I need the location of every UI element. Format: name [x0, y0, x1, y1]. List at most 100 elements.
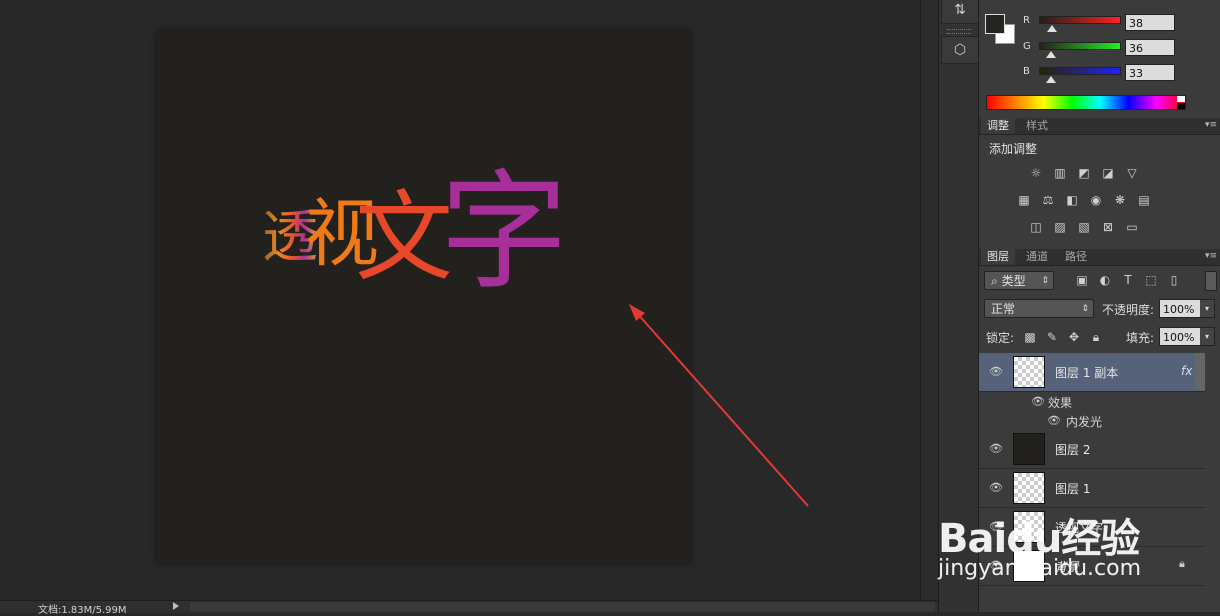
tab-paths[interactable]: 路径	[1059, 249, 1093, 265]
channel-b-knob[interactable]	[1046, 76, 1056, 83]
horizontal-scrollbar[interactable]	[190, 602, 935, 611]
opacity-field[interactable]: 100% ▾	[1159, 299, 1215, 318]
visibility-eye-icon[interactable]: 👁︎	[1047, 414, 1061, 427]
dock-grip[interactable]	[947, 29, 971, 34]
vibrance-icon[interactable]: ▽	[1123, 165, 1141, 181]
lock-label: 锁定:	[986, 331, 1015, 345]
visibility-eye-icon[interactable]: 👁︎	[1031, 395, 1045, 408]
dropdown-arrow-icon: ⇕	[1081, 304, 1089, 314]
channel-b-slider[interactable]	[1039, 67, 1121, 83]
opacity-value: 100%	[1163, 303, 1195, 316]
history-icon[interactable]: ⇅	[941, 0, 979, 24]
channel-g-value[interactable]: 36	[1125, 39, 1175, 56]
lock-brush-icon[interactable]: ✎	[1043, 329, 1061, 345]
pixel-filter-icon[interactable]: ▣	[1073, 272, 1091, 288]
layer-row[interactable]: 👁︎ 背景 🔒︎	[979, 547, 1205, 586]
dropdown-arrow-icon[interactable]: ▾	[1200, 328, 1214, 345]
lock-transparent-icon[interactable]: ▩	[1021, 329, 1039, 345]
3d-cube-icon[interactable]: ⬡	[941, 36, 979, 64]
color-spectrum-ramp[interactable]	[986, 95, 1186, 110]
exposure-icon[interactable]: ◪	[1099, 165, 1117, 181]
visibility-eye-icon[interactable]: 👁︎	[989, 365, 1003, 378]
layer-name: 背景	[1055, 560, 1080, 574]
search-icon: ⌕	[991, 274, 998, 288]
foreground-color-swatch[interactable]	[985, 14, 1005, 34]
tab-adjustments[interactable]: 调整	[981, 118, 1015, 134]
channel-b-value[interactable]: 33	[1125, 64, 1175, 81]
filter-toggle[interactable]	[1205, 271, 1217, 291]
panel-dock: ⇅ ⬡	[938, 0, 979, 612]
levels-icon[interactable]: ▥	[1051, 165, 1069, 181]
layer-row[interactable]: 👁︎ 图层 1	[979, 469, 1205, 508]
layer-name: 图层 1 副本	[1055, 366, 1119, 380]
fx-icon[interactable]: fx	[1181, 364, 1192, 378]
channel-r-slider[interactable]	[1039, 16, 1121, 32]
visibility-eye-icon[interactable]: 👁︎	[989, 442, 1003, 455]
layer-thumbnail	[1013, 433, 1045, 465]
lock-all-icon[interactable]: 🔒︎	[1087, 329, 1105, 345]
layer-filter-value: 类型	[1001, 274, 1026, 288]
adjustment-filter-icon[interactable]: ◐	[1096, 272, 1114, 288]
dropdown-arrow-icon[interactable]: ▾	[1200, 300, 1214, 317]
tab-layers[interactable]: 图层	[981, 249, 1015, 265]
doc-info: 文档:1.83M/5.99M	[38, 605, 127, 616]
layer-thumbnail	[1013, 356, 1045, 388]
gradient-map-icon[interactable]: ▭	[1123, 219, 1141, 235]
right-panels: R 38 G 36 B 33 调整 样式 ▾≡ 添加调整 ☼ ▥ ◩ ◪ ▽ ▦…	[978, 0, 1220, 612]
photo-filter-icon[interactable]: ◉	[1087, 192, 1105, 208]
layer-name: 图层 1	[1055, 482, 1091, 496]
annotation-arrow	[629, 304, 809, 507]
layers-tabbar: 图层 通道 路径 ▾≡	[979, 249, 1220, 266]
opacity-label: 不透明度:	[1102, 303, 1155, 317]
brightness-icon[interactable]: ☼	[1027, 165, 1045, 181]
invert-icon[interactable]: ◫	[1027, 219, 1045, 235]
lock-position-icon[interactable]: ✥	[1065, 329, 1083, 345]
effects-row[interactable]: 👁︎ 效果	[979, 392, 1205, 411]
smart-object-filter-icon[interactable]: ▯	[1165, 272, 1183, 288]
black-white-icon[interactable]: ◧	[1063, 192, 1081, 208]
panel-menu-icon[interactable]: ▾≡	[1205, 120, 1217, 130]
threshold-icon[interactable]: ▧	[1075, 219, 1093, 235]
layer-row[interactable]: 👁︎ 图层 1 副本 fx	[979, 353, 1205, 392]
channel-r-value[interactable]: 38	[1125, 14, 1175, 31]
blend-mode-select[interactable]: 正常 ⇕	[984, 299, 1094, 318]
channel-b-label: B	[1023, 66, 1030, 77]
channel-g-knob[interactable]	[1046, 51, 1056, 58]
visibility-eye-icon[interactable]: 👁︎	[989, 520, 1003, 533]
type-filter-icon[interactable]: T	[1119, 272, 1137, 288]
layers-scrollbar-thumb[interactable]	[1195, 353, 1205, 389]
status-menu-arrow-icon[interactable]	[173, 602, 179, 610]
fill-label: 填充:	[1126, 331, 1155, 345]
layers-list: 👁︎ 图层 1 副本 fx 👁︎ 效果 👁︎ 内发光 👁︎ 图层 2 👁︎ 图层…	[979, 353, 1220, 612]
layer-name: 透视文字	[1055, 521, 1104, 535]
layer-filter-select[interactable]: ⌕ 类型 ⇕	[984, 271, 1054, 290]
curves-icon[interactable]: ◩	[1075, 165, 1093, 181]
layer-thumbnail	[1013, 550, 1045, 582]
channel-r-knob[interactable]	[1047, 25, 1057, 32]
layer-row[interactable]: 👁︎ 图层 2	[979, 430, 1205, 469]
dropdown-arrow-icon: ⇕	[1041, 276, 1049, 286]
panel-menu-icon[interactable]: ▾≡	[1205, 251, 1217, 261]
hue-saturation-icon[interactable]: ▦	[1015, 192, 1033, 208]
color-lookup-icon[interactable]: ▤	[1135, 192, 1153, 208]
channel-mixer-icon[interactable]: ❋	[1111, 192, 1129, 208]
vertical-scrollbar[interactable]	[920, 0, 938, 600]
tab-styles[interactable]: 样式	[1020, 118, 1054, 134]
adjustments-tabbar: 调整 样式 ▾≡	[979, 118, 1220, 135]
blend-mode-value: 正常	[991, 302, 1016, 316]
tab-channels[interactable]: 通道	[1020, 249, 1054, 265]
visibility-eye-icon[interactable]: 👁︎	[989, 559, 1003, 572]
color-balance-icon[interactable]: ⚖	[1039, 192, 1057, 208]
channel-r-label: R	[1023, 15, 1030, 26]
visibility-eye-icon[interactable]: 👁︎	[989, 481, 1003, 494]
layer-row[interactable]: 👁︎ 透视文字	[979, 508, 1205, 547]
adjustments-title: 添加调整	[989, 142, 1038, 156]
effect-item-row[interactable]: 👁︎ 内发光	[979, 411, 1205, 430]
channel-g-slider[interactable]	[1039, 42, 1121, 58]
posterize-icon[interactable]: ▨	[1051, 219, 1069, 235]
effects-label: 效果	[1048, 396, 1073, 410]
effect-item-label: 内发光	[1066, 415, 1103, 429]
selective-color-icon[interactable]: ⊠	[1099, 219, 1117, 235]
fill-field[interactable]: 100% ▾	[1159, 327, 1215, 346]
shape-filter-icon[interactable]: ⬚	[1142, 272, 1160, 288]
